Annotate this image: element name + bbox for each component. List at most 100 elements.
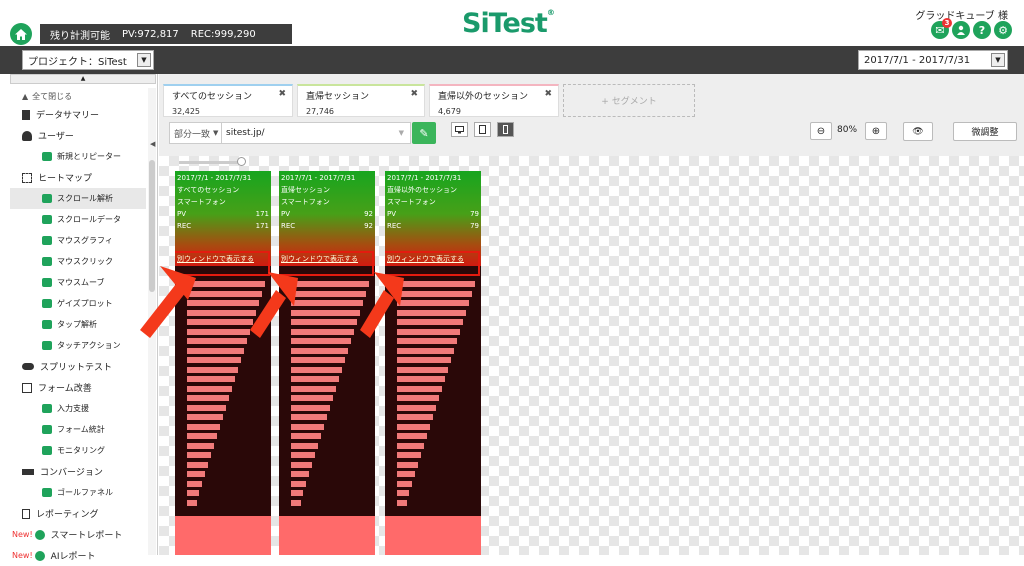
scroll-depth-bar (291, 452, 315, 458)
fine-tune-button[interactable]: 微調整 (953, 122, 1017, 141)
scroll-depth-bar (397, 309, 466, 316)
sidebar-item-data-summary[interactable]: データサマリー (10, 104, 146, 125)
opacity-slider-knob[interactable] (237, 157, 246, 166)
touch-icon (42, 341, 52, 350)
smartphone-device-button[interactable] (497, 122, 514, 137)
sidebar-item-gaze-plot[interactable]: ゲイズプロット (10, 293, 146, 314)
scroll-depth-bar (291, 471, 309, 477)
add-segment-button[interactable]: + セグメント (563, 84, 695, 117)
sidebar-item-reporting[interactable]: レポーティング (10, 503, 146, 524)
scroll-depth-bar (397, 490, 409, 496)
zoom-in-button[interactable]: ⊕ (865, 122, 887, 140)
new-badge: New! (12, 551, 33, 560)
sidebar-item-ai-report[interactable]: New! AIレポート (10, 545, 146, 566)
segment-tab-non-bounce[interactable]: 直帰以外のセッション 4,679 ✖ (429, 84, 559, 117)
scroll-depth-bar (291, 347, 348, 354)
sidebar-item-scroll-data[interactable]: スクロールデータ (10, 209, 146, 230)
clipboard-icon (22, 109, 30, 120)
scroll-depth-bar (187, 300, 259, 306)
scroll-depth-bar (291, 404, 330, 411)
sidebar-item-heatmap[interactable]: ヒートマップ (10, 167, 146, 188)
scroll-depth-bar (291, 366, 342, 373)
scroll-depth-bar (187, 376, 235, 382)
scroll-depth-bars (279, 281, 375, 511)
sidebar-item-input-assist[interactable]: 入力支援 (10, 398, 146, 419)
sidebar-item-mouse-graphy[interactable]: マウスグラフィ (10, 230, 146, 251)
sidebar-item-split-test[interactable]: スプリットテスト (10, 356, 146, 377)
card-rec: 79 (470, 222, 479, 230)
tablet-device-button[interactable] (474, 122, 491, 137)
close-icon[interactable]: ✖ (410, 89, 418, 99)
close-icon[interactable]: ✖ (544, 89, 552, 99)
zoom-out-button[interactable]: ⊖ (810, 122, 832, 140)
scroll-up-button[interactable]: ▲ (10, 74, 156, 84)
scroll-depth-bar (397, 385, 442, 392)
project-select[interactable]: プロジェクト：SiTest ▼ (22, 50, 154, 70)
scroll-depth-bar (291, 395, 333, 401)
funnel-icon (42, 488, 52, 497)
project-select-value: プロジェクト：SiTest (28, 56, 127, 68)
user-icon[interactable] (952, 21, 970, 39)
card-period: 2017/7/1 - 2017/7/31 (281, 174, 356, 182)
sidebar-item-new-repeat[interactable]: 新規とリピーター (10, 146, 146, 167)
card-pv: 171 (255, 210, 269, 218)
scroll-depth-bars (385, 281, 481, 511)
settings-icon[interactable]: ⚙ (994, 21, 1012, 39)
card-pv: 92 (364, 210, 373, 218)
scroll-depth-bar (397, 328, 460, 335)
edit-url-button[interactable]: ✎ (412, 122, 436, 144)
segment-label: 直帰セッション (306, 92, 370, 102)
sidebar-item-monitoring[interactable]: モニタリング (10, 440, 146, 461)
sidebar-item-mouse-move[interactable]: マウスムーブ (10, 272, 146, 293)
mouse-icon (42, 257, 52, 266)
sidebar-item-form-improvement[interactable]: フォーム改善 (10, 377, 146, 398)
card-rec: 171 (255, 222, 269, 230)
measurement-counter: 残り計測可能 PV:972,817 REC:999,290 (40, 24, 292, 44)
scroll-depth-bar (187, 452, 211, 458)
tap-icon (42, 320, 52, 329)
scroll-depth-bar (397, 376, 445, 382)
match-type-select[interactable]: 部分一致 ▼ (169, 122, 225, 144)
date-range-select[interactable]: 2017/7/1 - 2017/7/31 ▼ (858, 50, 1008, 70)
sidebar-scrollbar[interactable] (148, 88, 156, 555)
scroll-depth-bar (187, 366, 238, 373)
url-input[interactable]: sitest.jp/▼ (221, 122, 411, 144)
globe-icon (34, 550, 45, 561)
scroll-depth-bar (187, 338, 247, 344)
sidebar-item-users[interactable]: ユーザー (10, 125, 146, 146)
annotation-highlight-box (279, 251, 374, 276)
sidebar-item-smart-report[interactable]: New! スマートレポート (10, 524, 146, 545)
chevron-down-icon: ▼ (991, 53, 1005, 67)
desktop-device-button[interactable] (451, 122, 468, 137)
segment-tab-bounce[interactable]: 直帰セッション 27,746 ✖ (297, 84, 425, 117)
sidebar-item-goal-funnel[interactable]: ゴールファネル (10, 482, 146, 503)
help-icon[interactable]: ? (973, 21, 991, 39)
pv-count: PV:972,817 (122, 28, 179, 40)
sidebar-item-form-stats[interactable]: フォーム統計 (10, 419, 146, 440)
visibility-toggle-button[interactable]: 👁 (903, 122, 933, 141)
collapse-all-link[interactable]: ▲ 全て閉じる (10, 88, 146, 104)
sidebar-scroll-thumb[interactable] (149, 160, 155, 292)
notification-icon[interactable]: ✉ 3 (931, 18, 952, 39)
card-pv: 79 (470, 210, 479, 218)
opacity-slider[interactable] (179, 161, 241, 164)
scroll-depth-bar (291, 290, 366, 297)
scroll-depth-bar (397, 395, 439, 401)
sidebar-item-mouse-click[interactable]: マウスクリック (10, 251, 146, 272)
sidebar-item-tap-analysis[interactable]: タップ解析 (10, 314, 146, 335)
sidebar-item-touch-action[interactable]: タッチアクション (10, 335, 146, 356)
scroll-depth-bar (397, 281, 475, 287)
segment-tab-all[interactable]: すべてのセッション 32,425 ✖ (163, 84, 293, 117)
scroll-depth-bar (187, 471, 205, 477)
sidebar-item-scroll-analysis[interactable]: スクロール解析 (10, 188, 146, 209)
heatmap-canvas: 2017/7/1 - 2017/7/31 すべてのセッション スマートフォン PV 17… (159, 156, 1024, 555)
date-range-value: 2017/7/1 - 2017/7/31 (864, 54, 971, 66)
sidebar-item-conversion[interactable]: コンバージョン (10, 461, 146, 482)
home-icon[interactable] (10, 23, 32, 45)
scroll-depth-bar (187, 290, 262, 297)
close-icon[interactable]: ✖ (278, 89, 286, 99)
sitest-logo[interactable]: SiTest® (462, 8, 555, 39)
segment-value: 32,425 (172, 107, 200, 116)
collapse-sidebar-icon[interactable]: ◀ (150, 140, 155, 148)
segment-label: 直帰以外のセッション (438, 92, 529, 102)
